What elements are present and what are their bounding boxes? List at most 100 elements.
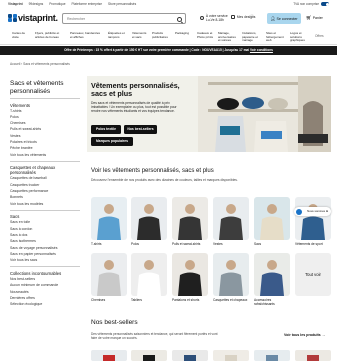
chat-widget[interactable]: Nous sommes là: [294, 207, 331, 216]
category-card-image: [295, 197, 331, 240]
all-clothing-title: Voir les vêtements personnalisés, sacs e…: [91, 168, 214, 174]
sidebar-link[interactable]: Voir tous les modèles: [10, 201, 80, 207]
hero-brands-button[interactable]: Marques populaires: [91, 137, 133, 146]
category-card[interactable]: Pantalons et shorts: [172, 253, 208, 302]
category-sidebar: Sacs et vêtements personnalisés Vêtement…: [10, 80, 80, 307]
category-card-image: [91, 197, 127, 240]
main-header: vistaprint. Rechercher À votre service L…: [0, 9, 337, 29]
cart-icon: 🛒︎: [306, 15, 312, 20]
promo-dates: | Jusqu'au 17 mai: [221, 48, 250, 52]
favorites-link[interactable]: ♡: [250, 14, 255, 19]
category-card[interactable]: Chemises: [91, 253, 127, 302]
bestseller-card[interactable]: [254, 350, 290, 361]
utility-link[interactable]: 99designs: [29, 2, 44, 6]
promo-conditions-link[interactable]: Voir conditions: [250, 48, 273, 52]
nav-item[interactable]: Vêtements et sacs: [132, 31, 148, 39]
category-card-image: [91, 253, 127, 296]
chat-avatar-icon: [296, 208, 302, 215]
category-card-label: T-shirts: [91, 242, 102, 246]
sidebar-link[interactable]: Voir tous les sacs: [10, 257, 80, 263]
bestseller-thumb: [225, 355, 237, 361]
utility-link[interactable]: Vistaprint: [8, 2, 23, 6]
search-icon[interactable]: [177, 16, 182, 22]
category-card-photo: [219, 204, 243, 240]
breadcrumb-home[interactable]: Accueil: [10, 62, 20, 66]
sidebar-link[interactable]: Sélection écologique: [10, 301, 80, 307]
category-card[interactable]: Accessoires rafraîchissants: [254, 253, 290, 306]
nav-item[interactable]: Invitations, papeterie et mariage: [242, 31, 262, 43]
category-card[interactable]: T-shirts: [91, 197, 127, 246]
bestseller-card[interactable]: [91, 350, 127, 361]
nav-item[interactable]: Panneaux, banderoles et affiches: [70, 31, 102, 39]
nav-item[interactable]: Flyers, publicité et articles de bureau: [35, 31, 65, 39]
category-card-photo: [301, 204, 325, 240]
bestseller-card[interactable]: [131, 350, 167, 361]
category-card[interactable]: Polos: [131, 197, 167, 246]
nav-divider: [0, 44, 337, 45]
heart-icon: ♡: [250, 14, 255, 19]
nav-item[interactable]: Mariage, anniversaires et soirées: [218, 31, 238, 43]
sidebar-link[interactable]: Voir tous les vêtements: [10, 152, 80, 158]
search-input[interactable]: Rechercher: [62, 13, 186, 24]
category-card-label: Pulls et sweat-shirts: [172, 242, 201, 246]
phone-icon: [200, 16, 204, 20]
utility-links: Vistaprint 99designs Promotique Plateforme …: [8, 2, 136, 6]
support-link[interactable]: À votre service Lu-Ve 8-18h: [200, 14, 228, 22]
sidebar-section-heading[interactable]: Casquettes et chapeaux personnalisés: [10, 165, 80, 175]
category-card-label: Accessoires rafraîchissants: [254, 298, 275, 306]
bestsellers-subtitle: Des vêtements personnalisés saisonniers …: [91, 332, 218, 340]
support-label: À votre service Lu-Ve 8-18h: [205, 14, 228, 22]
vistaprint-logo[interactable]: vistaprint.: [8, 13, 58, 23]
nav-item[interactable]: Produits publicitaires: [152, 31, 170, 39]
bestsellers-title: Nos best-sellers: [91, 319, 138, 326]
category-card[interactable]: Pulls et sweat-shirts: [172, 197, 208, 246]
nav-item[interactable]: Packaging: [175, 31, 192, 36]
bestseller-card[interactable]: [213, 350, 249, 361]
bestseller-thumb: [266, 355, 278, 361]
all-clothing-subtitle: Découvrez l'ensemble de nos produits ave…: [91, 178, 238, 182]
category-card[interactable]: Tabliers: [131, 253, 167, 302]
nav-item[interactable]: Étiquettes et tampons: [108, 31, 128, 39]
category-card[interactable]: Vestes: [213, 197, 249, 246]
category-card-photo: [219, 260, 243, 296]
category-card[interactable]: Vêtements de sport: [295, 197, 331, 246]
category-card-label: Polos: [131, 242, 139, 246]
category-card-image: [254, 253, 290, 296]
category-card-image: [213, 253, 249, 296]
bestseller-card[interactable]: [295, 350, 331, 361]
nav-item[interactable]: Logos et solutions graphiques: [290, 31, 312, 43]
hero-tshirts-button[interactable]: Polos textile: [91, 125, 121, 134]
cart-label: Panier: [312, 16, 323, 20]
category-card-image: Tout voir: [295, 253, 331, 296]
sidebar-title: Sacs et vêtements personnalisés: [10, 80, 64, 95]
nav-offers[interactable]: Offres: [315, 34, 324, 38]
utility-bar: Vistaprint 99designs Promotique Plateforme …: [0, 0, 337, 8]
category-card[interactable]: Tout voir: [295, 253, 331, 296]
utility-link[interactable]: Plateforme entreprise: [72, 2, 102, 6]
category-card-label: Vestes: [213, 242, 223, 246]
bestseller-card[interactable]: [172, 350, 208, 361]
category-card-photo: [137, 260, 161, 296]
tva-toggle[interactable]: [321, 2, 329, 6]
bestsellers-link[interactable]: Voir tous les produits →: [284, 333, 325, 337]
user-icon: 👤︎: [270, 16, 276, 21]
nav-item[interactable]: Cadeaux et Photo prints: [197, 31, 214, 39]
category-card[interactable]: Casquettes et chapeaux: [213, 253, 249, 302]
category-card-photo: [97, 260, 121, 296]
utility-link[interactable]: Store personnalisés: [108, 2, 136, 6]
login-button[interactable]: 👤︎ Se connecter: [267, 13, 301, 24]
designs-icon: [231, 15, 235, 20]
bestseller-thumb: [184, 355, 196, 361]
category-card[interactable]: Sacs: [254, 197, 290, 246]
hero-new-button[interactable]: Nos best-sellers: [124, 125, 157, 134]
cart-link[interactable]: 🛒︎ Panier: [306, 15, 323, 21]
promo-banner: Offre de Printemps : 15 % offert à parti…: [0, 46, 337, 55]
login-label: Se connecter: [276, 17, 298, 21]
sidebar-divider: [10, 98, 80, 99]
category-card-label: Casquettes et chapeaux: [213, 298, 248, 302]
sidebar-divider: [10, 209, 80, 211]
hero-image: [198, 76, 331, 152]
nav-item[interactable]: Cartes de visite: [12, 31, 28, 39]
utility-link[interactable]: Promotique: [49, 2, 65, 6]
nav-item[interactable]: Sites et hébergement web: [266, 31, 286, 43]
